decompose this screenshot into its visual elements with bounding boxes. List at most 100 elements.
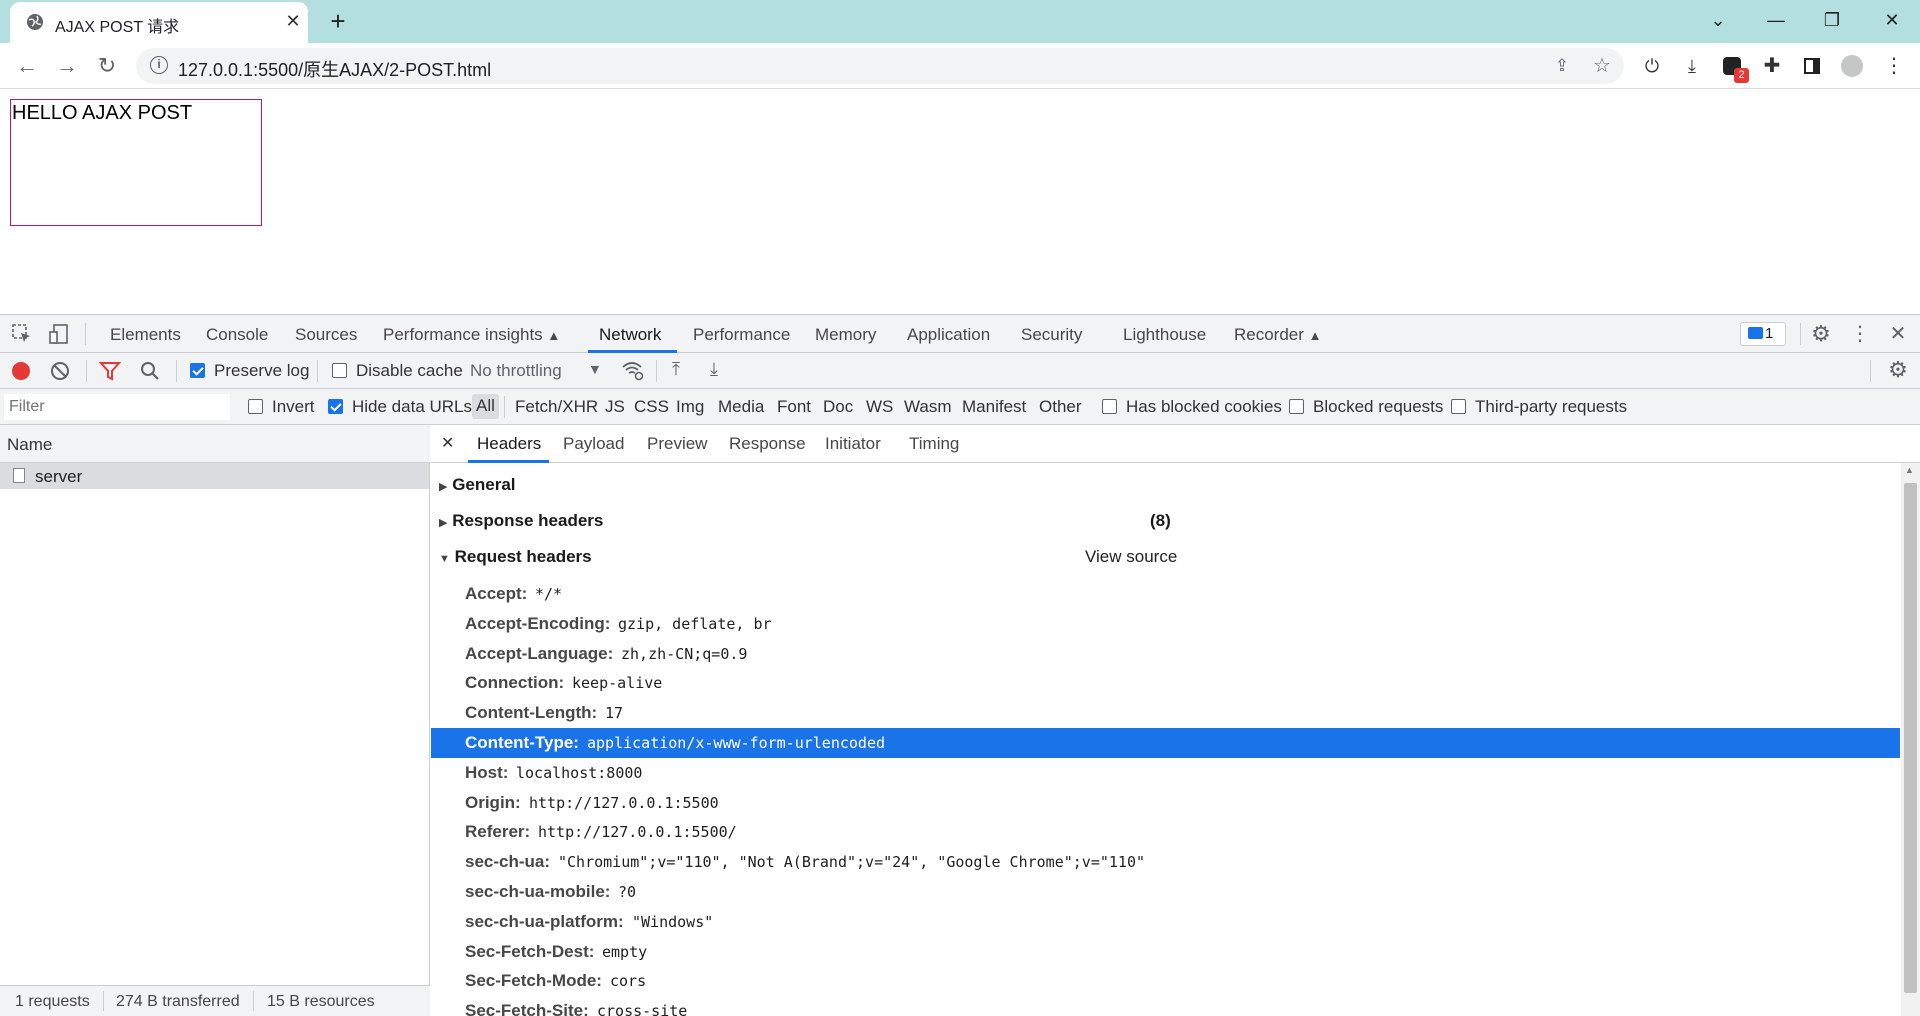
response-headers-section-header[interactable]: ▶ Response headers bbox=[439, 511, 603, 531]
request-header-row[interactable]: Sec-Fetch-Mode: cors bbox=[431, 966, 1900, 996]
type-filter-media[interactable]: Media bbox=[718, 397, 764, 417]
tab-security[interactable]: Security bbox=[1021, 325, 1082, 345]
request-header-row[interactable]: Connection: keep-alive bbox=[431, 668, 1900, 698]
tab-search-icon[interactable]: ⌄ bbox=[1698, 4, 1738, 36]
type-filter-all[interactable]: All bbox=[472, 394, 499, 419]
tab-network[interactable]: Network bbox=[599, 325, 661, 345]
tab-sources[interactable]: Sources bbox=[295, 325, 357, 345]
back-button[interactable]: ← bbox=[13, 52, 41, 80]
tab-elements[interactable]: Elements bbox=[110, 325, 181, 345]
puzzle-extensions-icon[interactable]: ✚ bbox=[1758, 52, 1786, 80]
close-window-button[interactable]: ✕ bbox=[1872, 4, 1912, 36]
share-icon[interactable]: ⇪ bbox=[1548, 52, 1576, 80]
network-toolbar: Preserve log Disable cache No throttling… bbox=[0, 353, 1920, 389]
scrollbar[interactable]: ▲ bbox=[1901, 463, 1920, 1016]
type-filter-font[interactable]: Font bbox=[777, 397, 811, 417]
network-settings-gear-icon[interactable]: ⚙ bbox=[1885, 357, 1911, 383]
scroll-up-arrow-icon[interactable]: ▲ bbox=[1905, 465, 1914, 475]
type-filter-manifest[interactable]: Manifest bbox=[962, 397, 1026, 417]
preserve-log-checkbox[interactable] bbox=[190, 363, 205, 378]
view-source-link[interactable]: View source bbox=[1085, 547, 1177, 567]
tab-memory[interactable]: Memory bbox=[815, 325, 876, 345]
more-options-icon[interactable]: ⋮ bbox=[1847, 321, 1873, 347]
throttling-select[interactable]: No throttling bbox=[470, 361, 562, 381]
type-filter-css[interactable]: CSS bbox=[634, 397, 669, 417]
has-blocked-cookies-checkbox[interactable] bbox=[1102, 399, 1117, 414]
request-header-row[interactable]: Content-Type: application/x-www-form-urle… bbox=[431, 728, 1900, 758]
dropdown-arrow-icon[interactable]: ▼ bbox=[588, 361, 602, 377]
address-bar[interactable]: i 127.0.0.1:5500/原生AJAX/2-POST.html ⇪ ☆ bbox=[136, 48, 1624, 84]
tab-recorder[interactable]: Recorder ▲ bbox=[1234, 325, 1322, 345]
issues-button[interactable]: 1 bbox=[1740, 322, 1786, 346]
filter-funnel-icon[interactable] bbox=[98, 361, 122, 381]
settings-gear-icon[interactable]: ⚙ bbox=[1808, 321, 1834, 347]
close-detail-icon[interactable]: ✕ bbox=[441, 433, 454, 453]
power-icon[interactable]: ⏻ bbox=[1638, 52, 1666, 80]
disable-cache-checkbox[interactable] bbox=[332, 363, 347, 378]
request-header-row[interactable]: Accept: */* bbox=[431, 579, 1900, 609]
third-party-checkbox[interactable] bbox=[1451, 399, 1466, 414]
close-devtools-icon[interactable]: ✕ bbox=[1885, 321, 1911, 347]
request-header-row[interactable]: Referer: http://127.0.0.1:5500/ bbox=[431, 817, 1900, 847]
tab-headers[interactable]: Headers bbox=[477, 434, 541, 454]
search-icon[interactable] bbox=[139, 361, 161, 381]
request-row[interactable]: server bbox=[0, 463, 429, 489]
request-header-row[interactable]: Sec-Fetch-Dest: empty bbox=[431, 937, 1900, 967]
general-section-header[interactable]: ▶ General bbox=[439, 475, 516, 495]
device-toolbar-icon[interactable] bbox=[48, 323, 70, 345]
minimize-button[interactable]: — bbox=[1756, 4, 1796, 36]
tab-performance[interactable]: Performance bbox=[693, 325, 790, 345]
reload-button[interactable]: ↻ bbox=[93, 52, 121, 80]
type-filter-img[interactable]: Img bbox=[676, 397, 704, 417]
forward-button[interactable]: → bbox=[53, 52, 81, 80]
name-column-header[interactable]: Name bbox=[0, 425, 430, 463]
record-button[interactable] bbox=[12, 362, 30, 380]
type-filter-ws[interactable]: WS bbox=[866, 397, 893, 417]
scroll-thumb[interactable] bbox=[1904, 483, 1917, 993]
hide-data-urls-checkbox[interactable] bbox=[328, 399, 343, 414]
tab-preview[interactable]: Preview bbox=[647, 434, 707, 454]
type-filter-fetch-xhr[interactable]: Fetch/XHR bbox=[515, 397, 598, 417]
profile-avatar[interactable] bbox=[1838, 52, 1866, 80]
side-panel-icon[interactable] bbox=[1798, 52, 1826, 80]
export-har-icon[interactable]: ⤓ bbox=[710, 359, 718, 380]
restore-button[interactable]: ❐ bbox=[1812, 4, 1852, 36]
request-headers-section-header[interactable]: ▼ Request headers bbox=[439, 547, 592, 567]
tab-performance-insights[interactable]: Performance insights ▲ bbox=[383, 325, 560, 345]
type-filter-wasm[interactable]: Wasm bbox=[904, 397, 952, 417]
new-tab-button[interactable]: + bbox=[325, 8, 351, 34]
filter-input[interactable] bbox=[4, 394, 230, 420]
tab-response[interactable]: Response bbox=[729, 434, 806, 454]
tab-console[interactable]: Console bbox=[206, 325, 268, 345]
info-icon[interactable]: i bbox=[150, 56, 168, 74]
close-tab-icon[interactable]: ✕ bbox=[282, 10, 304, 32]
type-filter-doc[interactable]: Doc bbox=[823, 397, 853, 417]
request-header-row[interactable]: Content-Length: 17 bbox=[431, 698, 1900, 728]
network-conditions-icon[interactable] bbox=[621, 359, 645, 381]
browser-tab[interactable]: AJAX POST 请求 ✕ bbox=[10, 2, 308, 43]
inspect-element-icon[interactable] bbox=[11, 323, 33, 345]
tab-initiator[interactable]: Initiator bbox=[825, 434, 881, 454]
clear-icon[interactable] bbox=[51, 362, 69, 380]
request-header-row[interactable]: sec-ch-ua-mobile: ?0 bbox=[431, 877, 1900, 907]
tab-lighthouse[interactable]: Lighthouse bbox=[1123, 325, 1206, 345]
type-filter-other[interactable]: Other bbox=[1039, 397, 1082, 417]
request-header-row[interactable]: Accept-Encoding: gzip, deflate, br bbox=[431, 609, 1900, 639]
extension-icon[interactable]: 2 bbox=[1718, 52, 1749, 83]
type-filter-js[interactable]: JS bbox=[605, 397, 625, 417]
blocked-requests-checkbox[interactable] bbox=[1289, 399, 1304, 414]
tab-payload[interactable]: Payload bbox=[563, 434, 624, 454]
tab-timing[interactable]: Timing bbox=[909, 434, 959, 454]
request-header-row[interactable]: Accept-Language: zh,zh-CN;q=0.9 bbox=[431, 639, 1900, 669]
bookmark-star-icon[interactable]: ☆ bbox=[1588, 52, 1616, 80]
request-header-row[interactable]: Host: localhost:8000 bbox=[431, 758, 1900, 788]
request-header-row[interactable]: sec-ch-ua-platform: "Windows" bbox=[431, 907, 1900, 937]
invert-checkbox[interactable] bbox=[248, 399, 263, 414]
request-header-row[interactable]: Sec-Fetch-Site: cross-site bbox=[431, 996, 1900, 1016]
download-icon[interactable]: ⤓ bbox=[1678, 52, 1706, 80]
more-menu-icon[interactable]: ⋮ bbox=[1880, 52, 1908, 80]
import-har-icon[interactable]: ⤒ bbox=[672, 359, 680, 380]
tab-application[interactable]: Application bbox=[907, 325, 990, 345]
request-header-row[interactable]: sec-ch-ua: "Chromium";v="110", "Not A(Bra… bbox=[431, 847, 1900, 877]
request-header-row[interactable]: Origin: http://127.0.0.1:5500 bbox=[431, 788, 1900, 818]
